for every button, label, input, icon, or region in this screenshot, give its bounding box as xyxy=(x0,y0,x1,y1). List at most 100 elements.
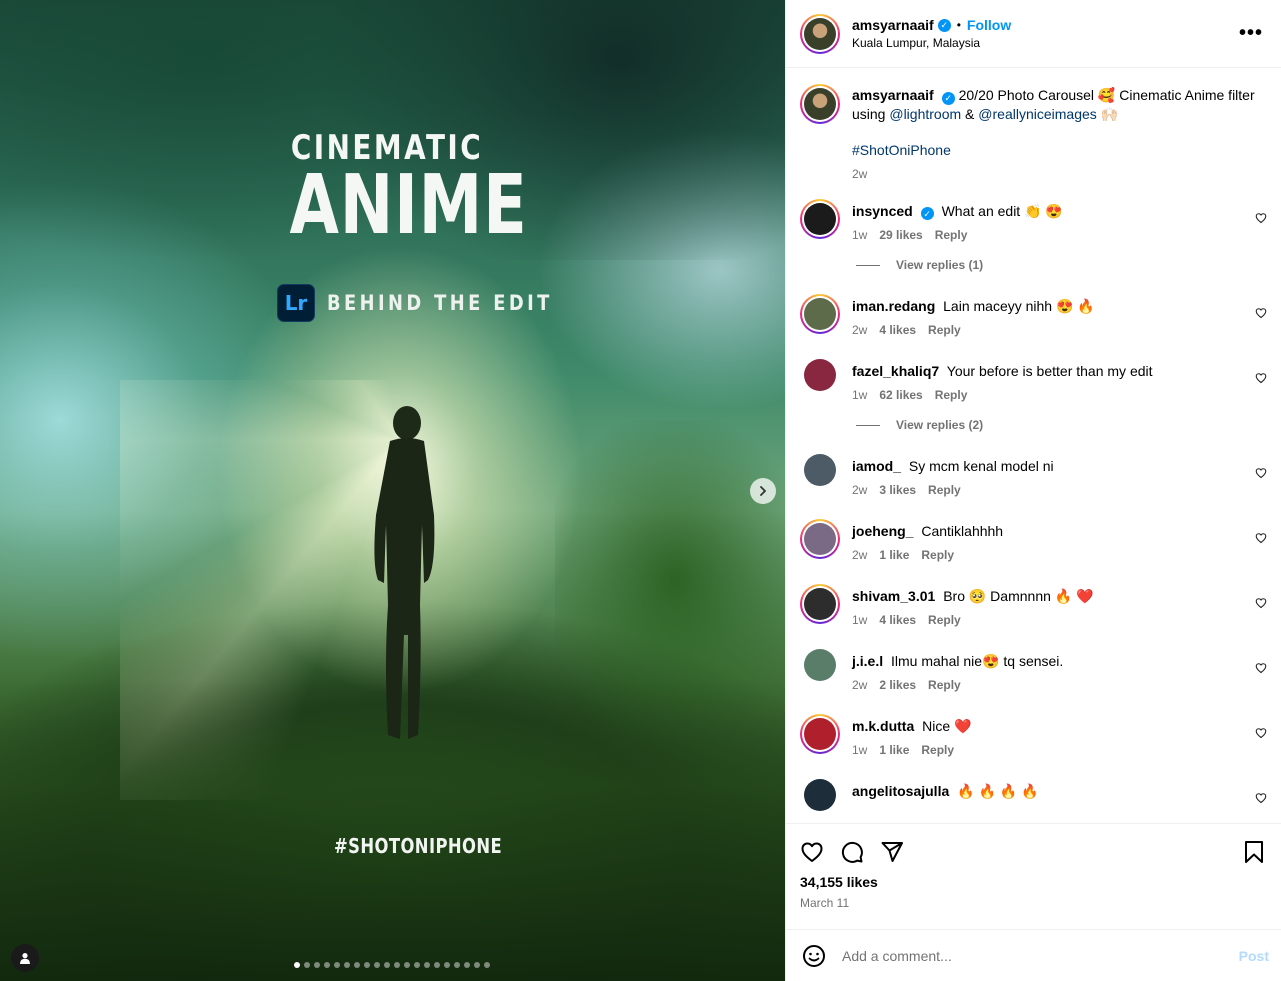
carousel-dot xyxy=(334,962,340,968)
comment-item: angelitosajulla 🔥 🔥 🔥 🔥 xyxy=(800,779,1267,811)
view-replies-button[interactable]: View replies (2) xyxy=(856,418,1267,432)
comment-username[interactable]: angelitosajulla xyxy=(852,783,949,799)
comment-avatar[interactable] xyxy=(800,198,840,239)
comment-likes[interactable]: 29 likes xyxy=(879,228,922,242)
comment-avatar[interactable] xyxy=(800,519,840,559)
comment-button[interactable] xyxy=(840,832,880,872)
bookmark-icon xyxy=(1245,841,1263,863)
person-silhouette xyxy=(374,406,435,739)
reply-button[interactable]: Reply xyxy=(928,613,961,627)
view-replies-label: View replies (1) xyxy=(896,258,984,272)
post-actions: 34,155 likes March 11 xyxy=(786,823,1281,929)
caption-username[interactable]: amsyarnaaif xyxy=(852,87,934,103)
post-caption: amsyarnaaif ✓ 20/20 Photo Carousel 🥰 Cine… xyxy=(800,84,1267,181)
reply-button[interactable]: Reply xyxy=(921,548,954,562)
comment-likes[interactable]: 4 likes xyxy=(879,323,916,337)
comment-username[interactable]: iman.redang xyxy=(852,298,935,314)
comment-item: m.k.dutta Nice ❤️ 1w 1 like Reply xyxy=(800,714,1267,757)
verified-badge-icon: ✓ xyxy=(920,207,934,220)
comment-item: shivam_3.01 Bro 🥺 Damnnnn 🔥 ❤️ 1w 4 like… xyxy=(800,584,1267,627)
comment-input[interactable] xyxy=(842,947,1239,964)
like-comment-heart-icon[interactable] xyxy=(1255,466,1267,479)
carousel-next-button[interactable] xyxy=(750,478,776,504)
comment-threads: insynced ✓ What an edit 👏 😍 1w 29 likes R… xyxy=(800,198,1267,811)
like-comment-heart-icon[interactable] xyxy=(1255,661,1267,674)
comment-time: 1w xyxy=(852,388,868,402)
caption-hashtag[interactable]: #ShotOniPhone xyxy=(852,142,951,158)
follow-button[interactable]: Follow xyxy=(967,17,1011,33)
user-tag-button[interactable] xyxy=(11,944,39,972)
like-button[interactable] xyxy=(800,832,840,872)
comment-username[interactable]: m.k.dutta xyxy=(852,718,914,734)
carousel-dot xyxy=(394,962,400,968)
author-avatar[interactable] xyxy=(800,13,840,54)
like-comment-heart-icon[interactable] xyxy=(1255,531,1267,544)
carousel-dot xyxy=(474,962,480,968)
post-location[interactable]: Kuala Lumpur, Malaysia xyxy=(852,36,1235,50)
like-comment-heart-icon[interactable] xyxy=(1255,726,1267,739)
comment-username[interactable]: j.i.e.l xyxy=(852,653,883,669)
reply-button[interactable]: Reply xyxy=(935,388,968,402)
comment-item: fazel_khaliq7 Your before is better than… xyxy=(800,359,1267,402)
like-comment-heart-icon[interactable] xyxy=(1255,211,1267,223)
carousel-indicator xyxy=(294,962,490,968)
comment-username[interactable]: fazel_khaliq7 xyxy=(852,363,939,379)
likes-count[interactable]: 34,155 likes xyxy=(800,874,1267,890)
chevron-right-icon xyxy=(760,486,766,496)
comment-avatar[interactable] xyxy=(800,584,840,624)
reply-button[interactable]: Reply xyxy=(921,743,954,757)
comment-avatar[interactable] xyxy=(804,454,836,486)
comment-likes[interactable]: 1 like xyxy=(879,743,909,757)
post-header: amsyarnaaif ✓ • Follow Kuala Lumpur, Mal… xyxy=(786,0,1281,68)
like-comment-heart-icon[interactable] xyxy=(1255,596,1267,609)
caption-avatar[interactable] xyxy=(800,84,840,124)
comment-avatar[interactable] xyxy=(800,714,840,754)
comment-likes[interactable]: 1 like xyxy=(879,548,909,562)
save-button[interactable] xyxy=(1243,832,1267,872)
post-comment-button[interactable]: Post xyxy=(1239,948,1269,964)
emoji-icon[interactable] xyxy=(802,944,826,968)
comment-username[interactable]: joeheng_ xyxy=(852,523,913,539)
like-comment-heart-icon[interactable] xyxy=(1255,306,1267,319)
comment-avatar[interactable] xyxy=(804,779,836,811)
comment-time: 2w xyxy=(852,548,868,562)
comment-likes[interactable]: 62 likes xyxy=(879,388,922,402)
more-options-icon[interactable]: ••• xyxy=(1235,18,1267,49)
media-title-big: ANIME xyxy=(289,158,528,253)
comment-username[interactable]: iamod_ xyxy=(852,458,901,474)
comment-avatar[interactable] xyxy=(804,359,836,391)
like-comment-heart-icon[interactable] xyxy=(1255,371,1267,384)
share-button[interactable] xyxy=(880,832,920,872)
carousel-dot xyxy=(314,962,320,968)
add-comment-bar: Post xyxy=(786,929,1281,981)
reply-button[interactable]: Reply xyxy=(928,323,961,337)
separator-dot: • xyxy=(956,18,961,32)
mention-lightroom[interactable]: @lightroom xyxy=(889,106,961,122)
comment-username[interactable]: shivam_3.01 xyxy=(852,588,935,604)
caption-time: 2w xyxy=(852,166,868,181)
comment-username[interactable]: insynced xyxy=(852,203,913,219)
comment-item: j.i.e.l Ilmu mahal nie😍 tq sensei. 2w 2 … xyxy=(800,649,1267,692)
replies-divider xyxy=(856,424,880,426)
media-lightroom-row: Lr BEHIND THE EDIT xyxy=(277,284,593,322)
comment-avatar[interactable] xyxy=(804,649,836,681)
heart-icon xyxy=(801,842,823,862)
comment-time: 2w xyxy=(852,678,868,692)
carousel-dot xyxy=(484,962,490,968)
comment-time: 1w xyxy=(852,613,868,627)
comment-avatar[interactable] xyxy=(800,294,840,334)
author-username[interactable]: amsyarnaaif xyxy=(852,17,934,33)
comment-likes[interactable]: 4 likes xyxy=(879,613,916,627)
like-comment-heart-icon[interactable] xyxy=(1255,791,1267,804)
carousel-dot xyxy=(444,962,450,968)
reply-button[interactable]: Reply xyxy=(928,678,961,692)
comment-likes[interactable]: 2 likes xyxy=(879,678,916,692)
comment-likes[interactable]: 3 likes xyxy=(879,483,916,497)
comments-list[interactable]: amsyarnaaif ✓ 20/20 Photo Carousel 🥰 Cine… xyxy=(786,68,1281,823)
view-replies-button[interactable]: View replies (1) xyxy=(856,258,1267,272)
comment-text: Nice ❤️ xyxy=(922,718,972,734)
post-media[interactable]: CINEMATIC ANIME Lr BEHIND THE EDIT #SHOT… xyxy=(0,0,785,981)
reply-button[interactable]: Reply xyxy=(928,483,961,497)
reply-button[interactable]: Reply xyxy=(935,228,968,242)
mention-reallyniceimages[interactable]: @reallyniceimages xyxy=(978,106,1096,122)
